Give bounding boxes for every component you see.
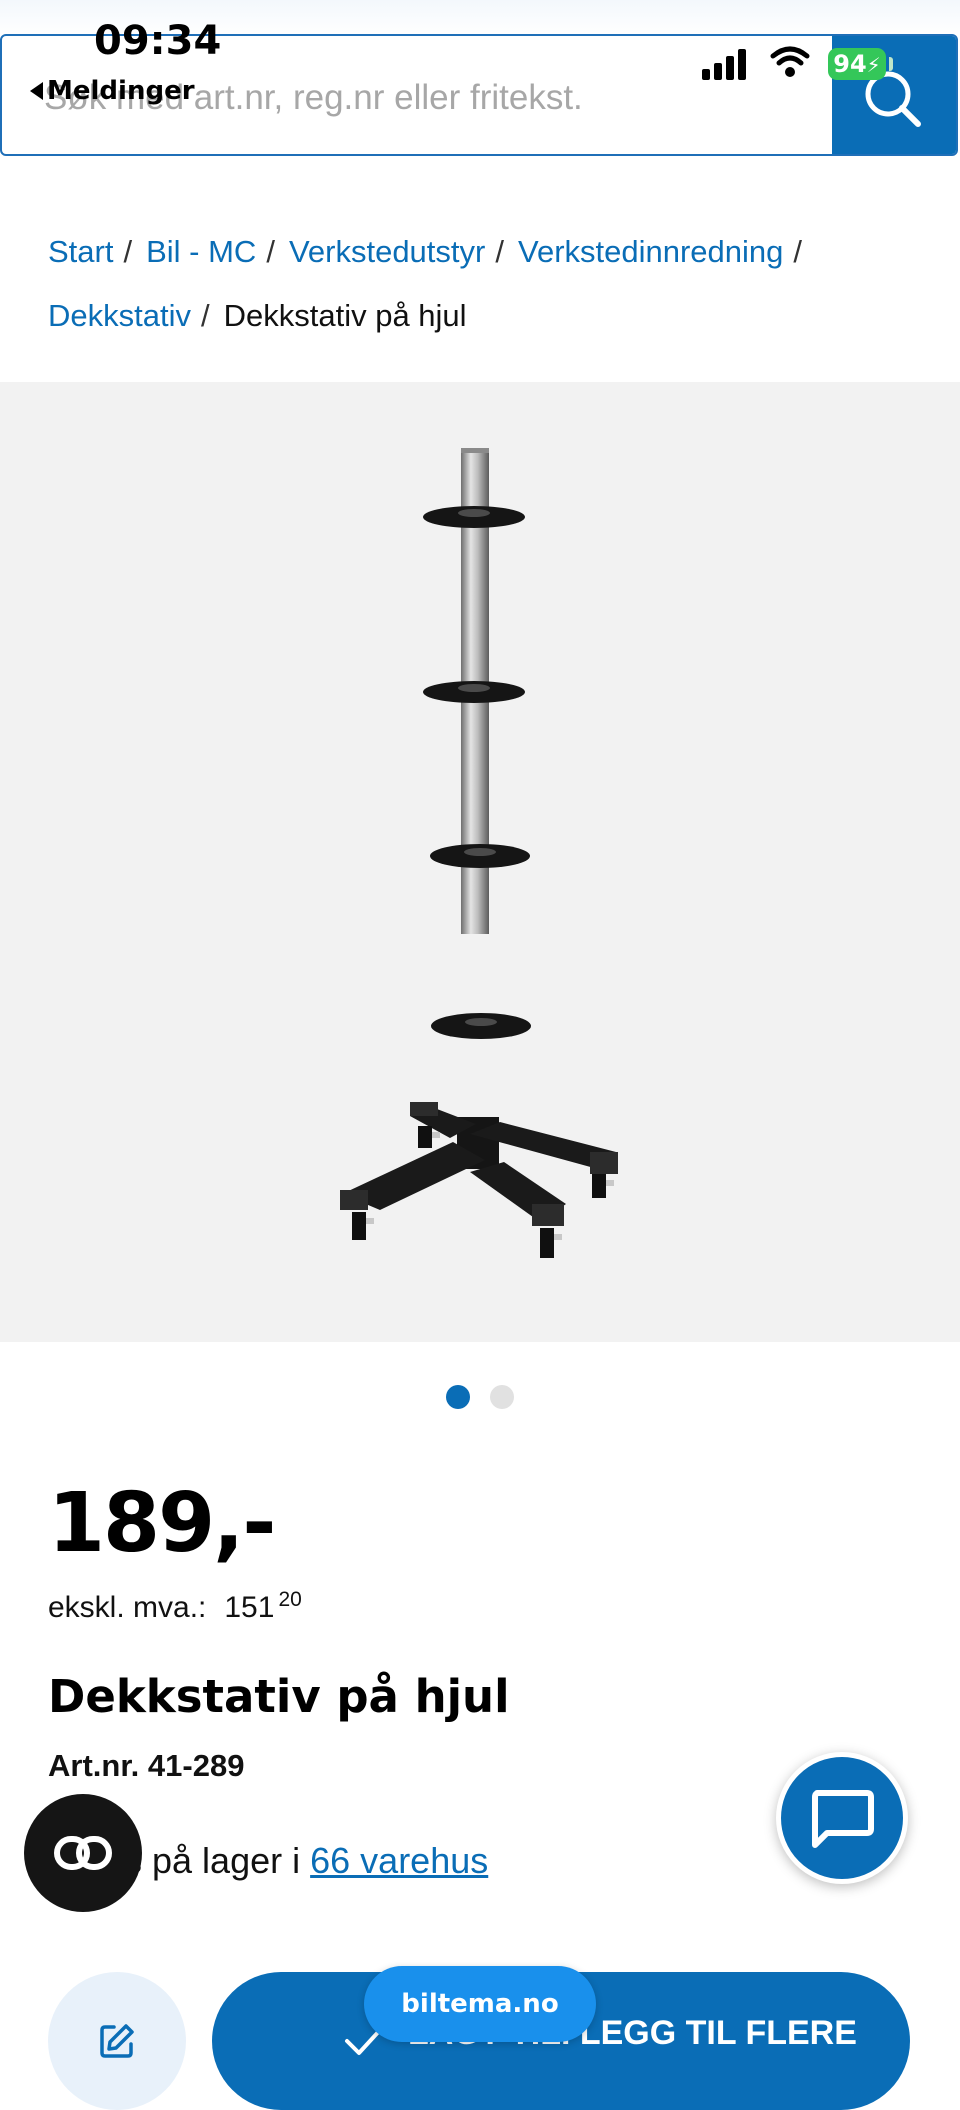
wifi-icon: [770, 46, 810, 77]
chat-button[interactable]: [776, 1752, 908, 1884]
product-title: Dekkstativ på hjul: [48, 1670, 510, 1723]
gallery-dot-2[interactable]: [490, 1385, 514, 1409]
breadcrumb-separator: /: [123, 234, 133, 269]
breadcrumb-item-dekkstativ[interactable]: Dekkstativ: [48, 298, 191, 333]
price-excl-vat: ekskl. mva.: 151 20: [48, 1588, 302, 1625]
status-time: 09:34: [94, 18, 222, 64]
breadcrumb-separator: /: [495, 234, 504, 269]
battery-cap: [889, 57, 893, 71]
stock-text: s på lager i: [124, 1840, 301, 1881]
breadcrumb-item-verkstedinnredning[interactable]: Verkstedinnredning: [518, 234, 783, 269]
edit-icon: [100, 2024, 134, 2058]
back-label: Meldinger: [47, 76, 195, 106]
breadcrumb-item-verkstedutstyr[interactable]: Verkstedutstyr: [289, 234, 485, 269]
back-arrow-icon: [30, 82, 43, 100]
breadcrumb: Start / Bil - MC / Verkstedutstyr / Verkstedin…: [48, 220, 928, 348]
breadcrumb-separator: /: [200, 298, 210, 333]
floating-link-button[interactable]: [24, 1794, 142, 1912]
breadcrumb-item-bil-mc[interactable]: Bil - MC: [146, 234, 256, 269]
excl-vat-value: 151: [224, 1591, 275, 1624]
breadcrumb-item-start[interactable]: Start: [48, 234, 113, 269]
stock-status: s på lager i 66 varehus: [124, 1840, 488, 1882]
gallery-pagination: [446, 1385, 534, 1409]
charging-bolt-icon: ⚡: [866, 53, 881, 77]
stores-link[interactable]: 66 varehus: [310, 1840, 488, 1881]
product-price: 189,-: [48, 1476, 276, 1571]
battery-indicator: 94⚡: [828, 48, 886, 80]
article-number: Art.nr. 41-289: [48, 1748, 245, 1783]
excl-vat-decimals: 20: [278, 1588, 302, 1611]
gallery-dot-1[interactable]: [446, 1385, 470, 1409]
back-to-app-button[interactable]: Meldinger: [30, 76, 195, 106]
cellular-signal-icon: [702, 46, 750, 80]
product-image: [340, 448, 618, 1258]
breadcrumb-current: Dekkstativ på hjul: [223, 298, 467, 333]
breadcrumb-separator: /: [793, 234, 803, 269]
edit-button[interactable]: [48, 1972, 186, 2110]
product-image-gallery[interactable]: [0, 382, 960, 1342]
link-icon: [54, 1836, 112, 1870]
chat-bubble-icon: [812, 1790, 874, 1848]
breadcrumb-separator: /: [266, 234, 275, 269]
battery-level: 94: [833, 50, 867, 78]
excl-vat-label: ekskl. mva.:: [48, 1591, 207, 1624]
browser-url-pill[interactable]: biltema.no: [364, 1966, 596, 2042]
